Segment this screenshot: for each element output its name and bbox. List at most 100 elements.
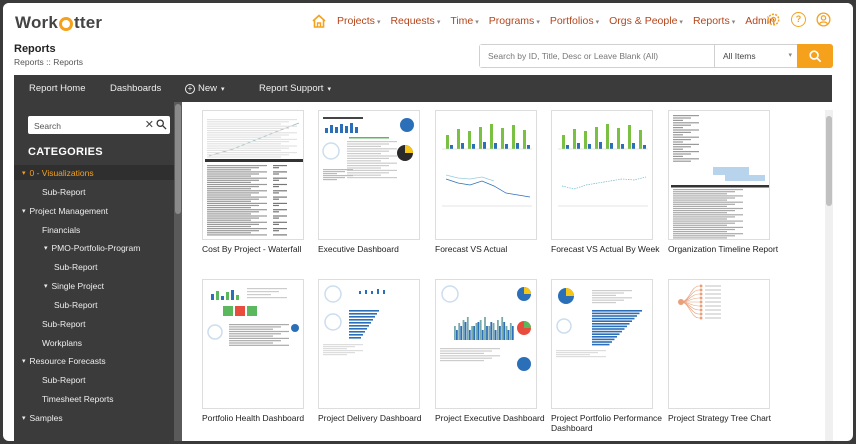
nav-portfolios[interactable]: Portfolios ▾ <box>550 15 599 27</box>
home-icon[interactable] <box>311 14 327 28</box>
top-nav: Work tter Projects ▾ Requests ▾ Time ▾ Progr… <box>3 3 853 39</box>
sidebar-item[interactable]: ▾ Resource Forecasts <box>22 356 106 366</box>
report-title[interactable]: Forecast VS Actual <box>435 244 547 254</box>
search-button[interactable] <box>797 44 833 68</box>
report-thumbnail[interactable] <box>202 110 304 240</box>
user-icon[interactable] <box>816 12 831 27</box>
report-card[interactable]: Forecast VS Actual <box>435 110 552 254</box>
chevron-down-icon: ▾ <box>436 19 441 26</box>
search-input[interactable] <box>480 45 714 67</box>
report-thumbnail[interactable] <box>318 279 420 409</box>
report-title[interactable]: Cost By Project - Waterfall <box>202 244 314 254</box>
report-thumbnail[interactable] <box>318 110 420 240</box>
report-card[interactable]: Portfolio Health Dashboard <box>202 279 319 423</box>
chevron-down-icon: ▾ <box>475 19 479 26</box>
sidebar-item[interactable]: Financials <box>42 225 80 235</box>
sidebar-item-label: Timesheet Reports <box>42 394 114 404</box>
report-title[interactable]: Forecast VS Actual By Week <box>551 244 663 254</box>
nav-reports[interactable]: Reports ▾ <box>693 15 735 27</box>
report-thumbnail[interactable] <box>202 279 304 409</box>
report-card[interactable]: Organization Timeline Report <box>668 110 785 254</box>
sidebar-scrollbar[interactable] <box>174 102 182 441</box>
breadcrumb[interactable]: Reports :: Reports <box>14 57 83 67</box>
chevron-down-icon[interactable]: ▾ <box>22 207 26 215</box>
chevron-down-icon: ▾ <box>788 52 792 59</box>
report-thumbnail[interactable] <box>435 279 537 409</box>
sidebar-item[interactable]: ▾ PMO-Portfolio-Program <box>44 243 140 253</box>
report-card[interactable]: Project Portfolio Performance Dashboard <box>551 279 668 433</box>
report-home-link[interactable]: Report Home <box>29 83 86 94</box>
sidebar-item[interactable]: ▾ 0 - Visualizations <box>14 165 174 180</box>
search-icon <box>808 49 821 62</box>
sidebar-item[interactable]: ▾ Samples <box>22 413 63 423</box>
plus-icon: + <box>185 83 195 94</box>
gear-icon[interactable] <box>766 12 781 27</box>
report-title[interactable]: Executive Dashboard <box>318 244 430 254</box>
app-logo[interactable]: Work tter <box>15 13 102 33</box>
nav-programs[interactable]: Programs ▾ <box>489 15 540 27</box>
report-card[interactable]: Forecast VS Actual By Week <box>551 110 668 254</box>
sidebar-item[interactable]: Sub-Report <box>54 262 97 272</box>
report-title[interactable]: Project Strategy Tree Chart <box>668 413 780 423</box>
thumbnail-preview <box>205 119 303 236</box>
report-toolbar: Report Home Dashboards + New ▾ Report Supp… <box>14 75 832 102</box>
thumbnail-preview <box>671 115 769 239</box>
sidebar-item-label: Single Project <box>51 281 104 291</box>
chevron-down-icon[interactable]: ▾ <box>22 169 26 177</box>
sidebar-item-label: Project Management <box>29 206 108 216</box>
report-title[interactable]: Project Portfolio Performance Dashboard <box>551 413 663 433</box>
nav-orgs-people[interactable]: Orgs & People ▾ <box>609 15 683 27</box>
global-search: All Items▾ <box>479 44 833 68</box>
report-card[interactable]: Project Strategy Tree Chart <box>668 279 785 423</box>
report-title[interactable]: Portfolio Health Dashboard <box>202 413 314 423</box>
sidebar-item-label: Sub-Report <box>42 319 86 329</box>
report-support-menu[interactable]: Report Support ▾ <box>259 83 331 94</box>
sidebar-item[interactable]: ▾ Single Project <box>44 281 104 291</box>
chevron-down-icon[interactable]: ▾ <box>22 357 26 365</box>
chevron-down-icon: ▾ <box>221 85 225 93</box>
report-card[interactable]: Project Delivery Dashboard <box>318 279 435 423</box>
scrollbar-thumb[interactable] <box>175 104 181 214</box>
nav-time[interactable]: Time ▾ <box>450 15 478 27</box>
thumbnail-preview <box>556 288 642 358</box>
report-card[interactable]: Executive Dashboard <box>318 110 435 254</box>
report-grid: Cost By Project - Waterfall Executive Das… <box>183 102 832 441</box>
sidebar-item[interactable]: Timesheet Reports <box>42 394 114 404</box>
sidebar-item[interactable]: Workplans <box>42 338 82 348</box>
sidebar-item[interactable]: Sub-Report <box>42 375 85 385</box>
thumbnail-preview <box>440 285 531 371</box>
report-thumbnail[interactable] <box>551 110 653 240</box>
help-icon[interactable]: ? <box>791 12 806 27</box>
report-thumbnail[interactable] <box>668 110 770 240</box>
page-header: Reports Reports :: Reports All Items▾ <box>3 39 853 75</box>
report-title[interactable]: Organization Timeline Report <box>668 244 780 254</box>
chevron-down-icon[interactable]: ▾ <box>44 244 48 252</box>
content-scrollbar[interactable] <box>825 110 833 441</box>
chevron-down-icon: ▾ <box>731 19 736 26</box>
sidebar-item[interactable]: Sub-Report <box>42 319 85 329</box>
search-icon[interactable] <box>156 119 167 130</box>
chevron-down-icon[interactable]: ▾ <box>22 414 26 422</box>
nav-requests[interactable]: Requests ▾ <box>390 15 440 27</box>
report-thumbnail[interactable] <box>435 110 537 240</box>
category-search-input[interactable] <box>28 117 138 135</box>
dashboards-link[interactable]: Dashboards <box>110 83 161 94</box>
report-title[interactable]: Project Delivery Dashboard <box>318 413 430 423</box>
sidebar-item-label: Sub-Report <box>42 375 86 385</box>
report-card[interactable]: Cost By Project - Waterfall <box>202 110 319 254</box>
report-thumbnail[interactable] <box>668 279 770 409</box>
clear-icon[interactable]: ✕ <box>145 118 154 131</box>
scrollbar-thumb[interactable] <box>826 116 832 206</box>
sidebar-item[interactable]: Sub-Report <box>42 187 85 197</box>
chevron-down-icon[interactable]: ▾ <box>44 282 48 290</box>
sidebar-item[interactable]: Sub-Report <box>54 300 97 310</box>
new-menu[interactable]: + New ▾ <box>185 83 225 94</box>
report-title[interactable]: Project Executive Dashboard <box>435 413 547 423</box>
report-thumbnail[interactable] <box>551 279 653 409</box>
nav-projects[interactable]: Projects ▾ <box>337 15 380 27</box>
sidebar-item[interactable]: ▾ Project Management <box>22 206 108 216</box>
chevron-down-icon: ▾ <box>679 19 683 26</box>
report-card[interactable]: Project Executive Dashboard <box>435 279 552 423</box>
sidebar-item-label: Sub-Report <box>42 187 86 197</box>
filter-select[interactable]: All Items ▾ <box>714 45 798 67</box>
